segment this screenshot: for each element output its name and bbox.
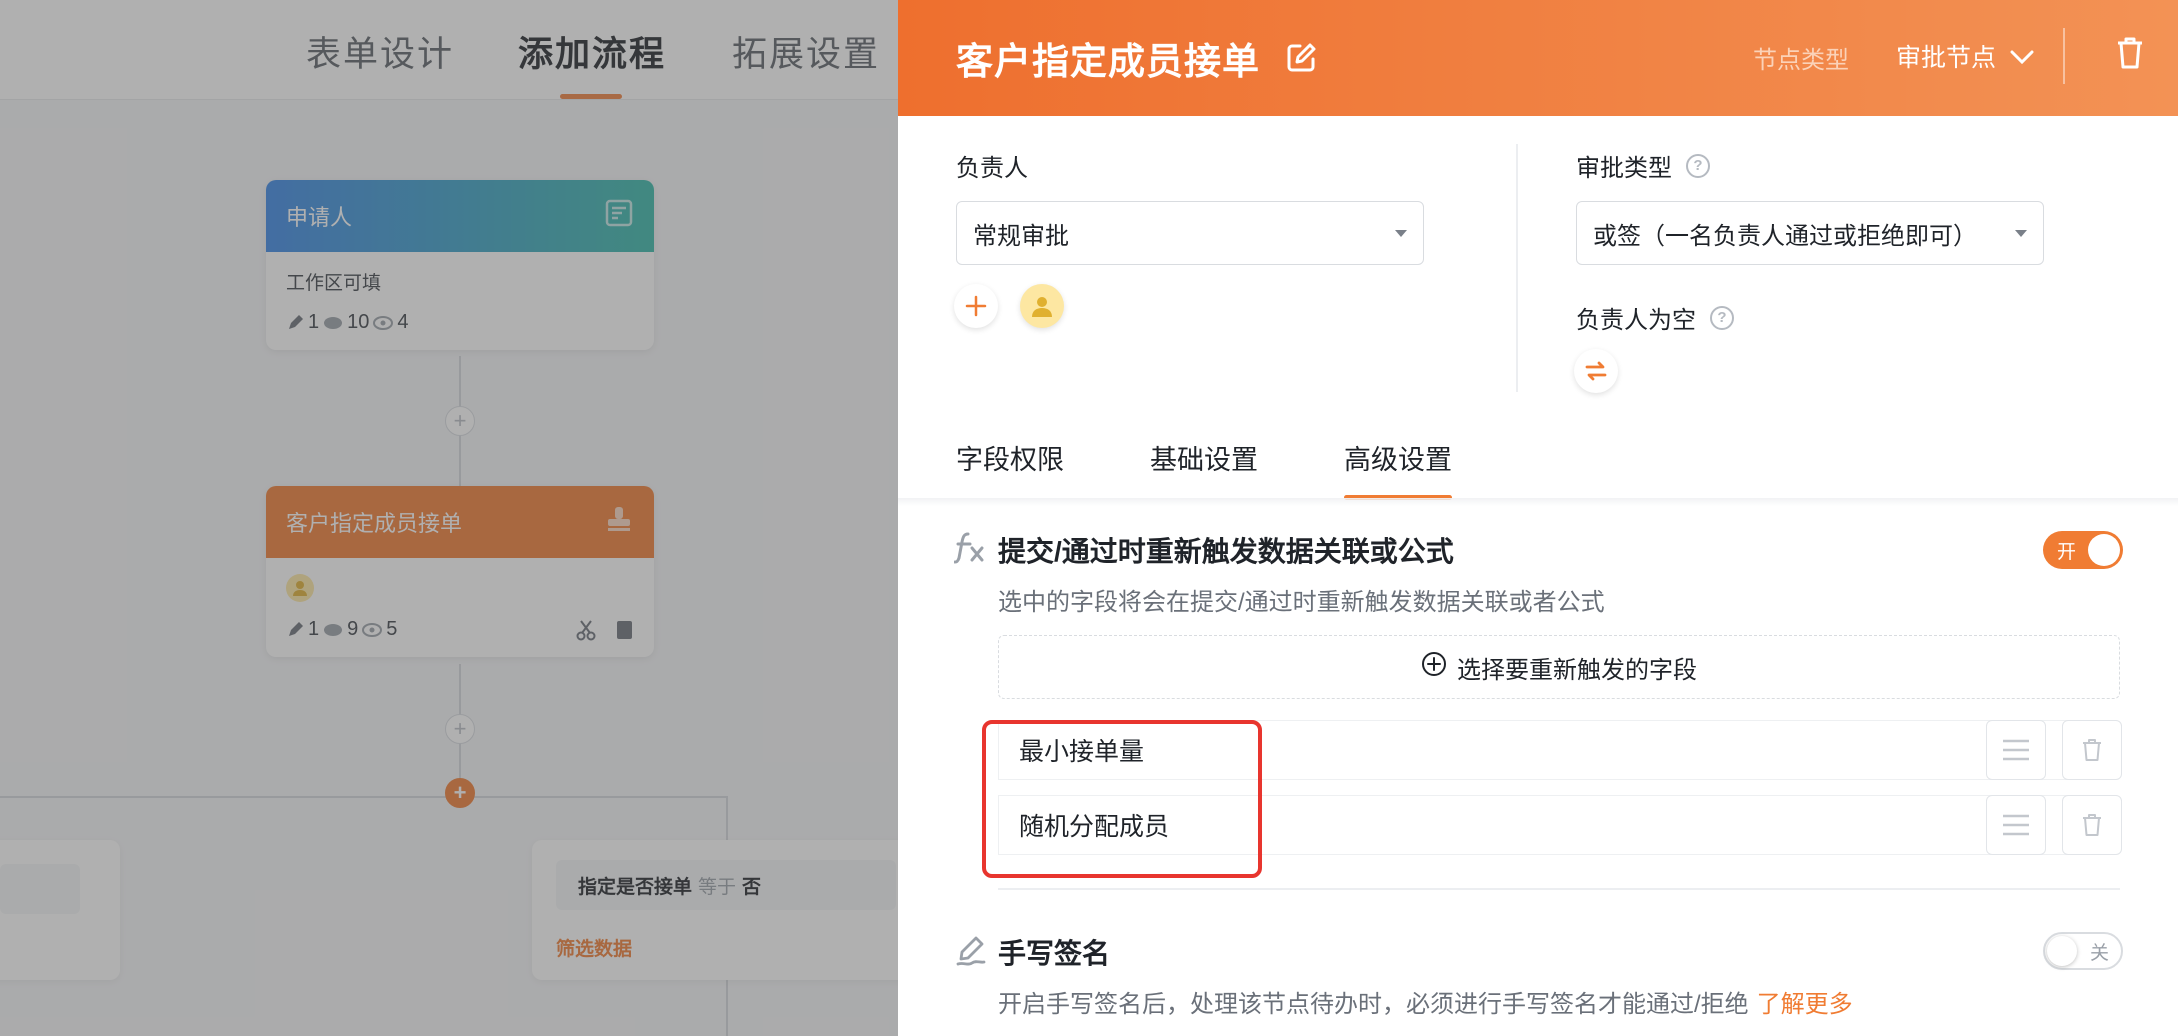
approval-type-label: 审批类型 ? xyxy=(1576,148,1710,183)
delete-field-icon[interactable] xyxy=(2062,795,2122,855)
empty-owner-label: 负责人为空 ? xyxy=(1576,300,1734,335)
divider xyxy=(998,888,2120,890)
drawer-header: 客户指定成员接单 节点类型 审批节点 xyxy=(898,0,2178,116)
select-fields-label: 选择要重新触发的字段 xyxy=(1457,656,1697,684)
help-icon[interactable]: ? xyxy=(1686,153,1710,178)
delete-node-icon[interactable] xyxy=(2116,36,2144,75)
node-settings-drawer: 客户指定成员接单 节点类型 审批节点 负责人 常规审批 审批类型 ? 或签（一名… xyxy=(898,0,2178,1036)
node-type-label: 节点类型 xyxy=(1753,47,1849,74)
drawer-title: 客户指定成员接单 xyxy=(956,41,1260,82)
learn-more-link[interactable]: 了解更多 xyxy=(1757,991,1853,1018)
chevron-down-icon xyxy=(2010,42,2034,71)
avatar[interactable] xyxy=(1020,284,1064,328)
retrigger-toggle[interactable]: 开 xyxy=(2043,531,2123,569)
signature-description-text: 开启手写签名后，处理该节点待办时，必须进行手写签名才能通过/拒绝 xyxy=(998,991,1749,1018)
select-retrigger-fields-button[interactable]: 选择要重新触发的字段 xyxy=(998,635,2120,699)
header-divider xyxy=(2063,28,2065,84)
approval-type-label-text: 审批类型 xyxy=(1576,155,1672,182)
edit-title-icon[interactable] xyxy=(1284,41,1318,75)
approval-type-value: 或签（一名负责人通过或拒绝即可） xyxy=(1593,222,1977,250)
owner-select[interactable]: 常规审批 xyxy=(956,201,1424,265)
modal-overlay[interactable] xyxy=(0,0,898,1036)
highlight-box xyxy=(982,720,1262,878)
retrigger-description: 选中的字段将会在提交/通过时重新触发数据关联或者公式 xyxy=(998,589,1605,616)
toggle-knob xyxy=(2088,534,2120,566)
approval-type-select[interactable]: 或签（一名负责人通过或拒绝即可） xyxy=(1576,201,2044,265)
caret-down-icon xyxy=(1395,229,1407,237)
toggle-label: 关 xyxy=(2089,942,2109,964)
drag-handle-icon[interactable] xyxy=(1986,795,2046,855)
settings-tabs: 字段权限 基础设置 高级设置 xyxy=(956,438,1452,500)
retrigger-title: 提交/通过时重新触发数据关联或公式 xyxy=(998,536,1454,567)
add-owner-button[interactable] xyxy=(954,284,998,328)
owner-label: 负责人 xyxy=(956,148,1028,183)
plus-circle-icon xyxy=(1421,651,1447,684)
node-type-select[interactable]: 审批节点 xyxy=(1896,38,2034,74)
switch-icon[interactable] xyxy=(1574,349,1618,393)
toggle-knob xyxy=(2047,936,2077,966)
signature-description: 开启手写签名后，处理该节点待办时，必须进行手写签名才能通过/拒绝 了解更多 xyxy=(998,984,1853,1019)
tab-basic-settings[interactable]: 基础设置 xyxy=(1150,438,1258,500)
tabs-shadow xyxy=(898,498,2178,506)
formula-icon xyxy=(953,530,988,569)
owner-label-text: 负责人 xyxy=(956,155,1028,182)
signature-title: 手写签名 xyxy=(998,938,1111,969)
signature-icon xyxy=(954,934,988,973)
section-divider xyxy=(1516,144,1518,392)
toggle-label: 开 xyxy=(2057,541,2077,563)
empty-owner-label-text: 负责人为空 xyxy=(1576,307,1696,334)
delete-field-icon[interactable] xyxy=(2062,720,2122,780)
drag-handle-icon[interactable] xyxy=(1986,720,2046,780)
tab-advanced-settings[interactable]: 高级设置 xyxy=(1344,438,1452,500)
tab-field-permissions[interactable]: 字段权限 xyxy=(956,438,1064,500)
caret-down-icon xyxy=(2015,229,2027,237)
owner-select-value: 常规审批 xyxy=(973,222,1069,250)
signature-toggle[interactable]: 关 xyxy=(2043,932,2123,970)
node-type-value: 审批节点 xyxy=(1896,44,1997,72)
help-icon[interactable]: ? xyxy=(1710,305,1734,330)
